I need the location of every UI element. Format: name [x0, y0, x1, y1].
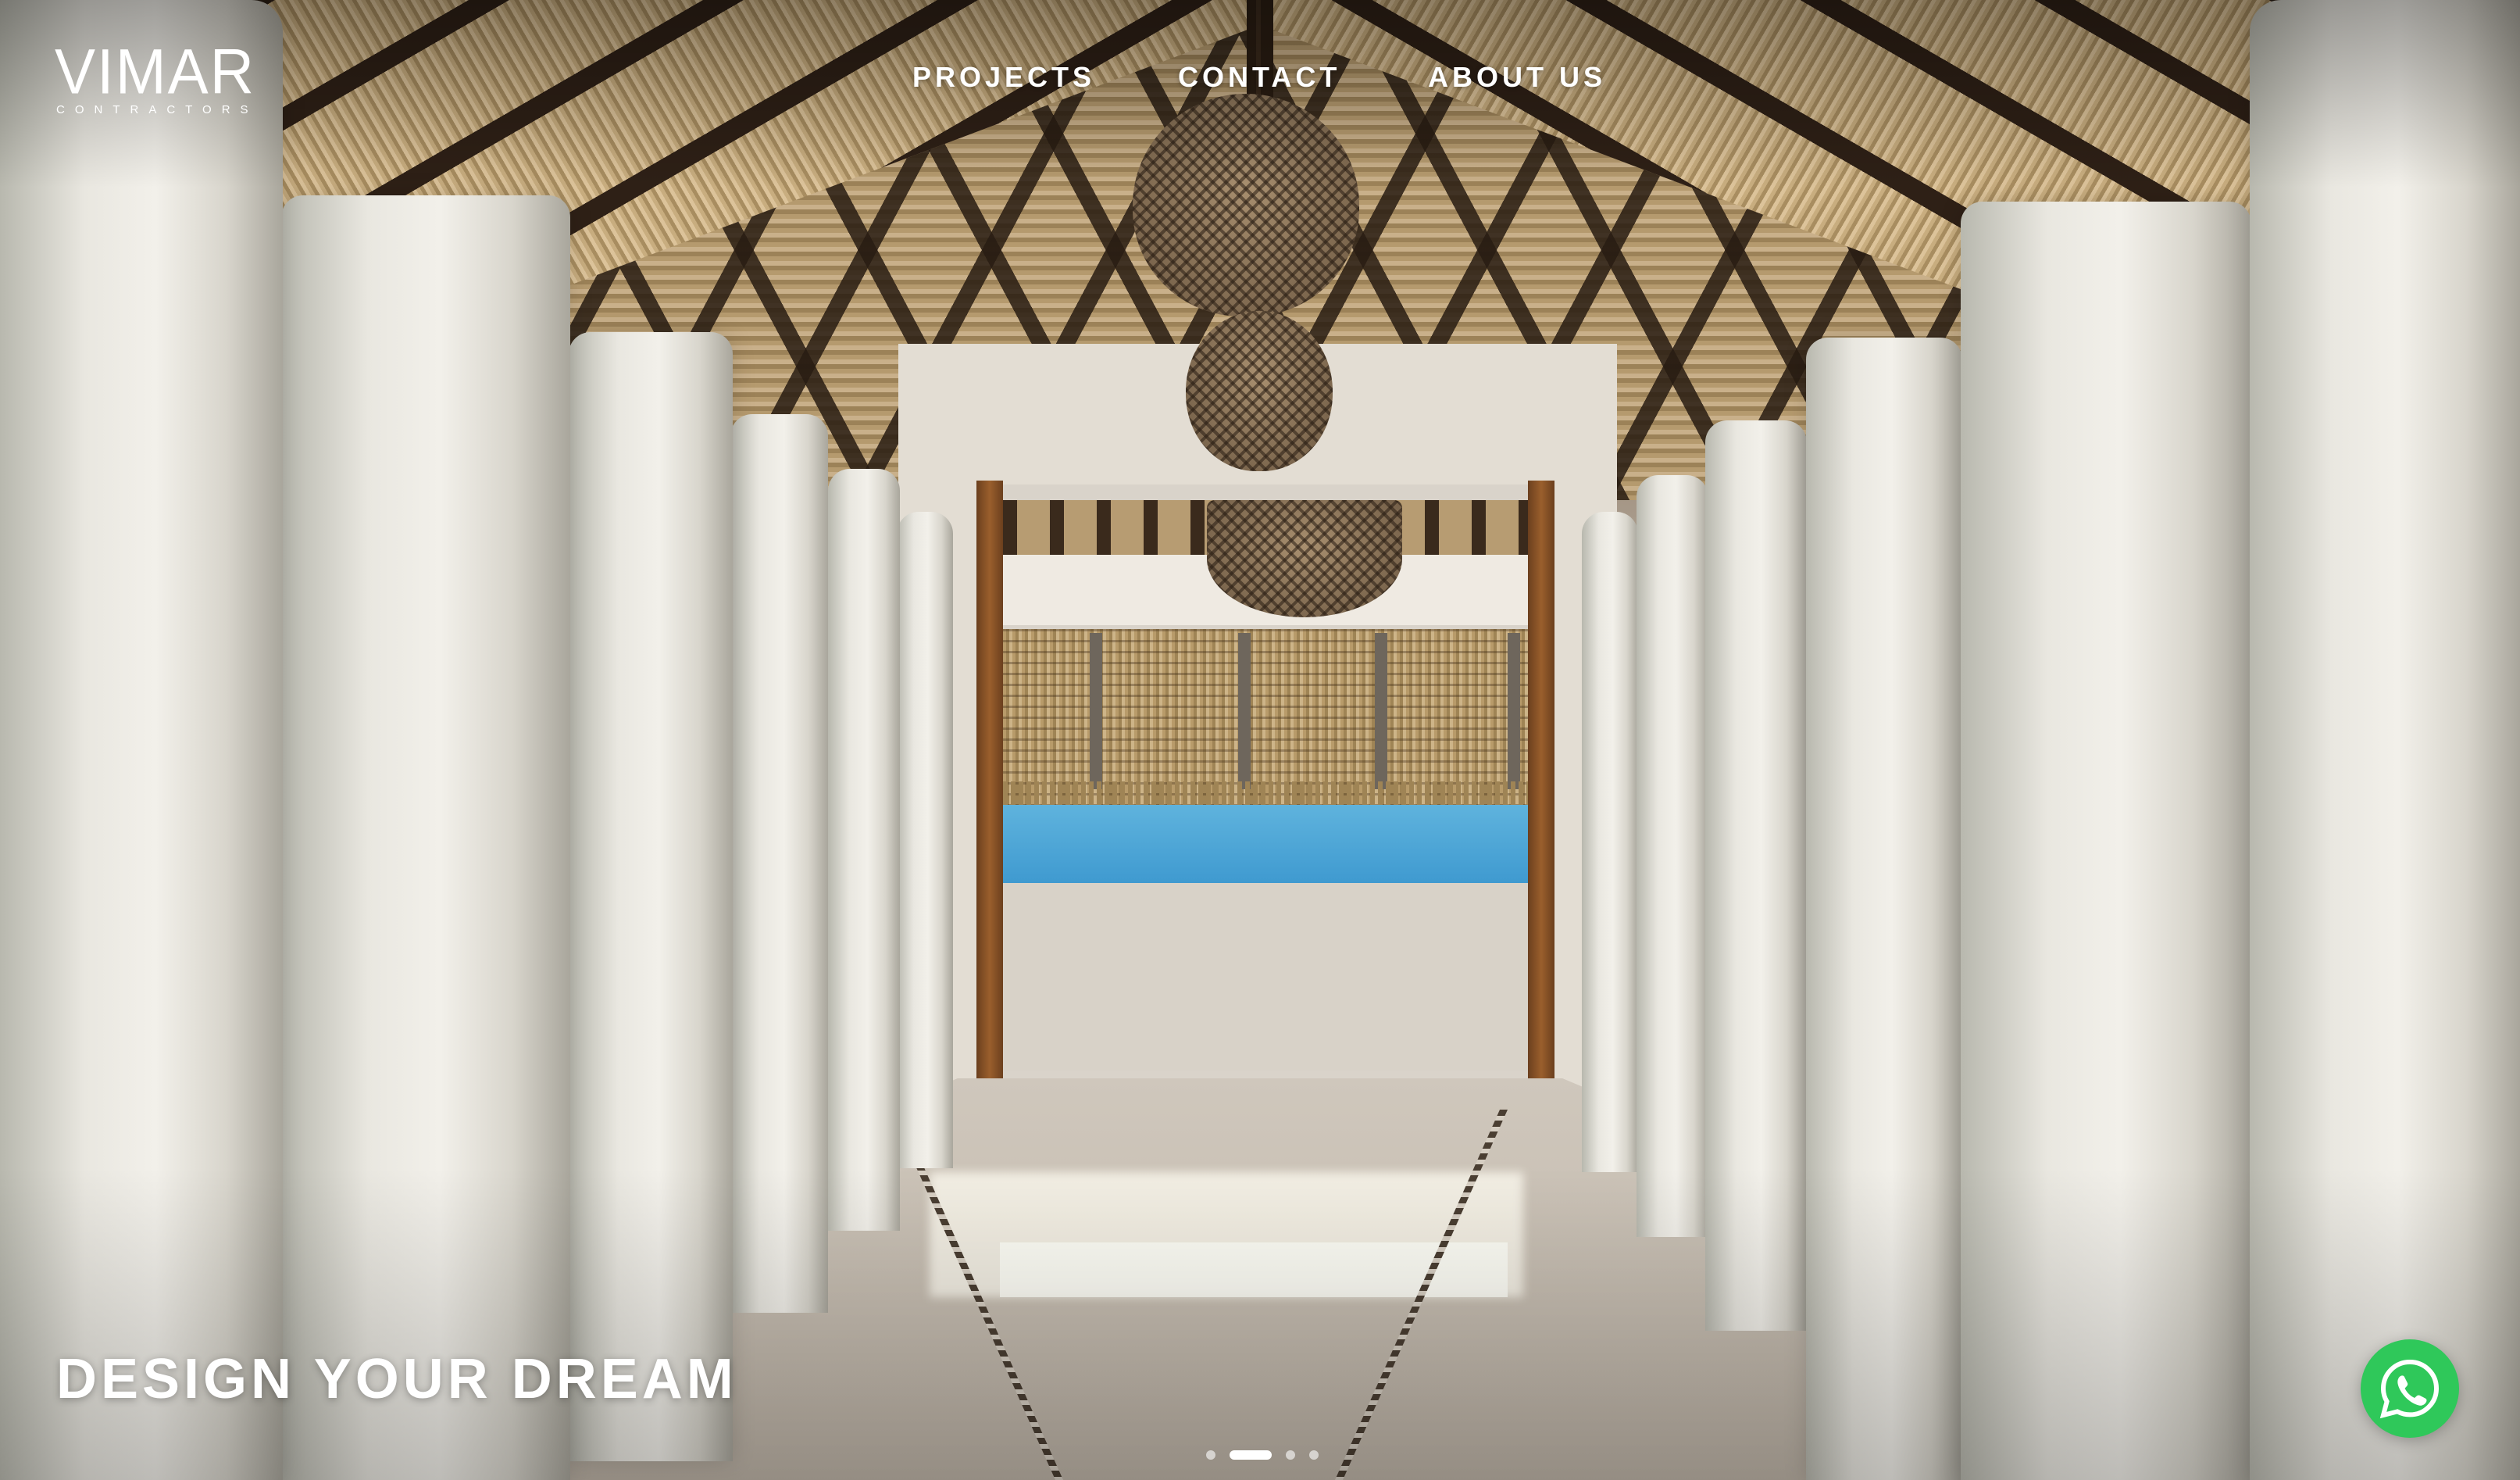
slider-dot-1[interactable] [1206, 1450, 1215, 1460]
slider-pagination [1206, 1449, 1323, 1460]
nav-link-about-us[interactable]: ABOUT US [1428, 61, 1606, 94]
sea-view [1003, 805, 1528, 883]
wooden-post [1508, 633, 1520, 789]
column [828, 469, 900, 1231]
bottom-gradient [0, 1167, 2520, 1480]
slider-dot-4[interactable] [1309, 1450, 1319, 1460]
slider-dot-2[interactable] [1230, 1450, 1272, 1460]
door-frame-left [976, 481, 1003, 1153]
main-nav: PROJECTS CONTACT ABOUT US [0, 61, 2520, 105]
wooden-post [1090, 633, 1102, 789]
wooden-post [1375, 633, 1387, 789]
door-frame-right [1528, 481, 1554, 1153]
pendant-lamp [1207, 500, 1402, 617]
pendant-lamp [1186, 311, 1333, 471]
nav-link-contact[interactable]: CONTACT [1178, 61, 1340, 94]
wooden-post [1238, 633, 1251, 789]
hero-headline: DESIGN YOUR DREAM [56, 1348, 737, 1411]
slider-dot-3[interactable] [1286, 1450, 1295, 1460]
whatsapp-icon [2379, 1359, 2440, 1419]
nav-link-projects[interactable]: PROJECTS [912, 61, 1095, 94]
inner-wall [1003, 883, 1528, 1071]
column [897, 512, 953, 1168]
column [1582, 512, 1638, 1172]
hero-section: VIMAR CONTRACTORS PROJECTS CONTACT ABOUT… [0, 0, 2520, 1480]
whatsapp-button[interactable] [2361, 1339, 2459, 1438]
column [1637, 475, 1708, 1237]
